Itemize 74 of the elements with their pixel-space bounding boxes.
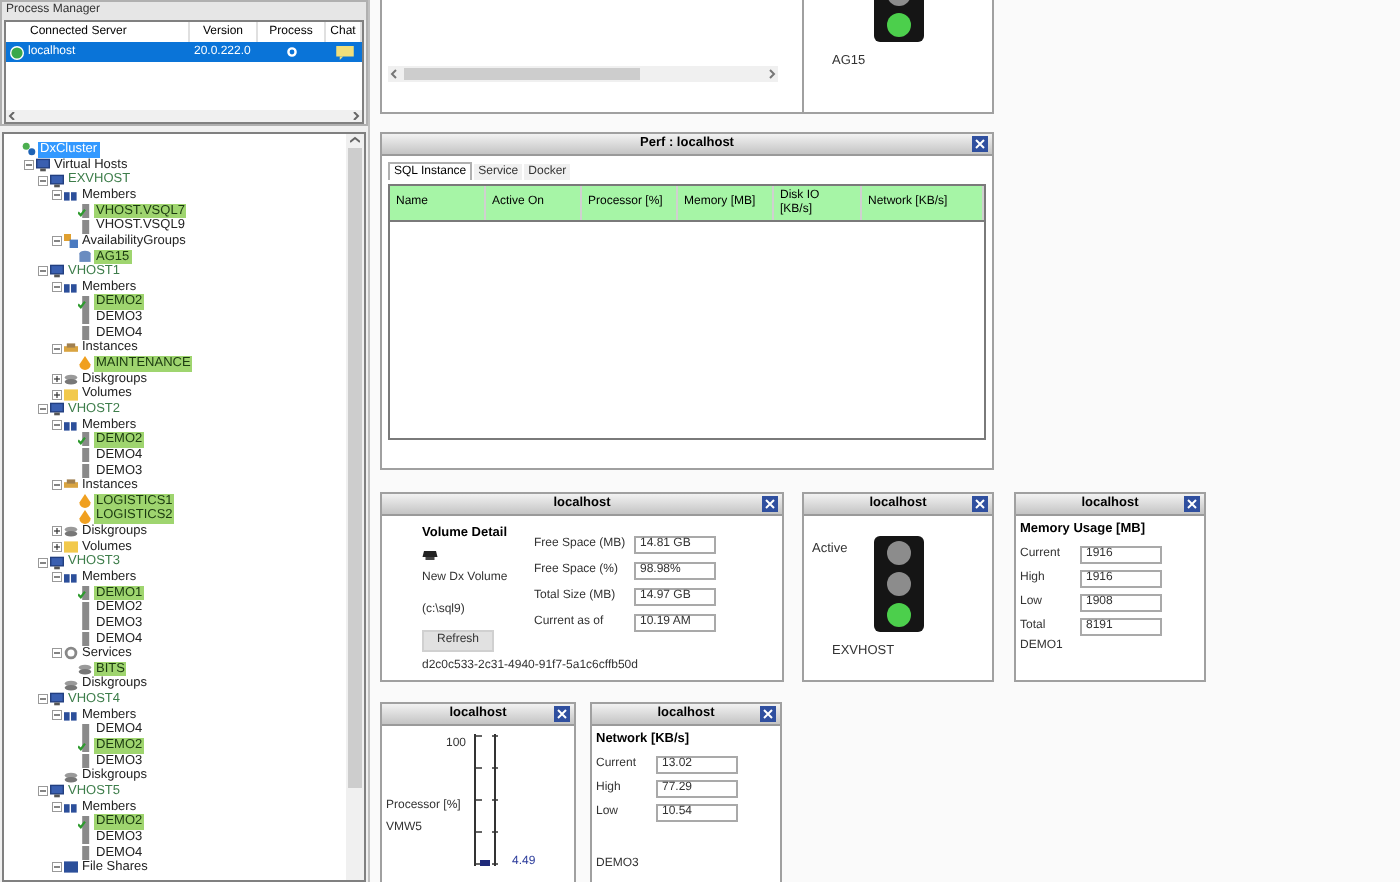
monitor-icon [50,264,64,279]
horizontal-scrollbar[interactable] [388,66,778,82]
collapse-icon[interactable] [52,419,62,430]
group-icon [64,799,78,814]
database-icon [78,249,92,264]
cluster-icon [22,142,36,157]
expand-icon[interactable] [52,373,62,384]
collapse-icon[interactable] [38,694,48,705]
chat-icon[interactable] [335,45,353,59]
monitor-icon [50,692,64,707]
scrollbar-thumb[interactable] [348,148,362,788]
disk-icon [64,769,78,784]
server-check-icon [78,738,92,753]
folder-icon [64,860,78,875]
expand-icon[interactable] [52,389,62,400]
collapse-icon[interactable] [52,862,62,873]
collapse-icon[interactable] [52,648,62,659]
vertical-scrollbar[interactable] [346,134,364,880]
server-check-icon [78,203,92,218]
scrollbar-thumb[interactable] [404,68,640,80]
collapse-icon[interactable] [52,572,62,583]
drive-icon [422,547,438,560]
server-icon [78,219,92,234]
close-icon [974,138,986,150]
close-icon [556,708,568,720]
monitor-icon [50,555,64,570]
stack-icon [64,341,78,356]
monitor-icon [50,402,64,417]
server-check-icon [78,815,92,829]
disk-icon [64,524,78,539]
close-icon [1186,498,1198,510]
server-check-icon [78,295,92,310]
stack-icon [64,478,78,493]
collapse-icon[interactable] [52,236,62,247]
collapse-icon[interactable] [38,557,48,568]
close-button[interactable] [554,706,570,722]
close-button[interactable] [972,496,988,512]
collapse-icon[interactable] [24,159,34,170]
disk-icon [64,371,78,386]
monitor-icon [50,784,64,799]
group-icon [64,708,78,723]
collapse-icon[interactable] [52,282,62,293]
collapse-icon[interactable] [38,266,48,277]
expand-icon[interactable] [52,541,62,552]
drop-icon [78,356,92,371]
group-icon [64,570,78,585]
expand-icon[interactable] [52,526,62,537]
group-icon [64,417,78,432]
folder-icon [64,539,78,554]
collapse-icon[interactable] [52,710,62,721]
collapse-icon[interactable] [38,175,48,186]
close-icon [974,498,986,510]
group-icon [64,188,78,203]
status-icon [10,45,24,59]
close-icon [764,498,776,510]
folder-icon [64,387,78,402]
collapse-icon[interactable] [52,190,62,201]
close-button[interactable] [762,496,778,512]
gear-icon[interactable] [286,46,298,58]
close-button[interactable] [760,706,776,722]
collapse-icon[interactable] [52,480,62,491]
close-button[interactable] [1184,496,1200,512]
close-button[interactable] [972,136,988,152]
horizontal-scrollbar[interactable] [6,110,362,122]
gear-icon [64,646,78,661]
server-check-icon [78,585,92,600]
group-icon [64,280,78,295]
close-icon [762,708,774,720]
collapse-icon[interactable] [52,801,62,812]
server-check-icon [78,432,92,447]
groups-icon [64,234,78,249]
collapse-icon[interactable] [38,404,48,415]
collapse-icon[interactable] [38,786,48,797]
collapse-icon[interactable] [52,343,62,354]
